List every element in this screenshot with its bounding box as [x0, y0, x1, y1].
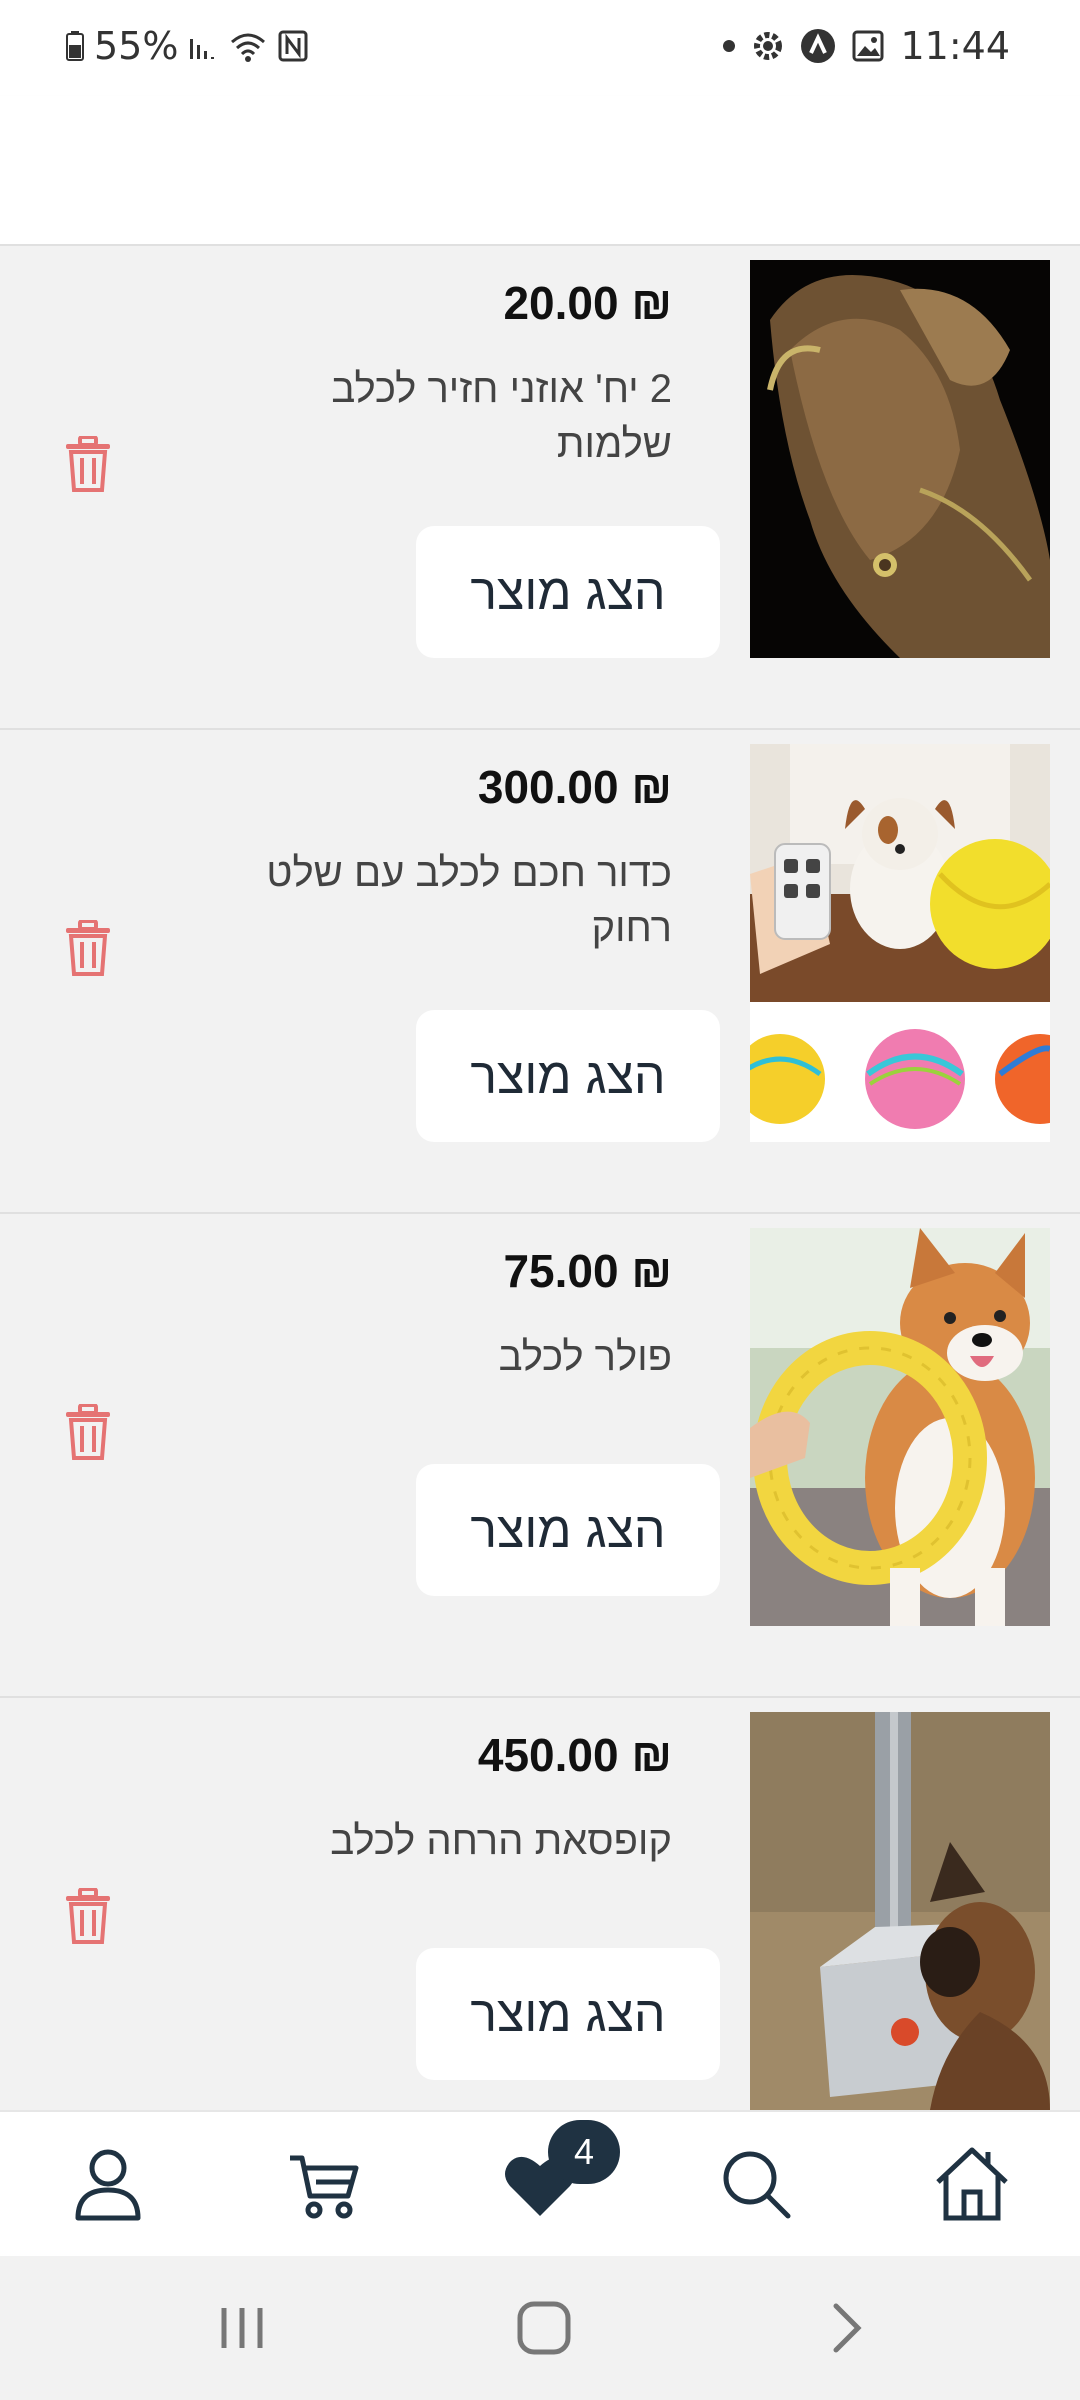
home-icon[interactable] [932, 2144, 1012, 2224]
battery-percent: 55% [94, 24, 179, 68]
product-image[interactable] [750, 1228, 1050, 1626]
list-item: 450.00 ₪ קופסאת הרחה לכלב הצג מוצר [0, 1698, 1080, 2110]
list-item: 300.00 ₪ כדור חכם לכלב עם שלט רחוק הצג מ… [0, 730, 1080, 1214]
view-product-button[interactable]: הצג מוצר [416, 1948, 720, 2080]
trash-icon[interactable] [64, 1404, 112, 1460]
product-image[interactable] [750, 1712, 1050, 2110]
home-button-icon[interactable] [512, 2296, 576, 2360]
settings-icon [754, 32, 783, 60]
product-name: פולר לכלב [498, 1335, 672, 1379]
nfc-icon [278, 30, 308, 62]
gallery-icon [852, 30, 884, 62]
product-price: 20.00 ₪ [503, 277, 672, 329]
search-icon[interactable] [716, 2144, 796, 2224]
cart-icon[interactable] [284, 2144, 364, 2224]
product-name: קופסאת הרחה לכלב [330, 1819, 672, 1863]
clock: 11:44 [900, 24, 1010, 68]
trash-icon[interactable] [64, 1888, 112, 1944]
app-header [0, 96, 1080, 246]
bottom-nav [0, 2110, 1080, 2258]
product-image[interactable] [750, 260, 1050, 658]
system-nav [0, 2256, 1080, 2400]
app-icon [801, 29, 836, 63]
view-product-button[interactable]: הצג מוצר [416, 1010, 720, 1142]
back-icon[interactable] [814, 2296, 878, 2360]
view-product-button[interactable]: הצג מוצר [416, 1464, 720, 1596]
trash-icon[interactable] [64, 920, 112, 976]
view-product-button[interactable]: הצג מוצר [416, 526, 720, 658]
list-item: 75.00 ₪ פולר לכלב הצג מוצר [0, 1214, 1080, 1698]
recent-apps-icon[interactable] [210, 2296, 274, 2360]
status-bar: 55% 11:44 [0, 0, 1080, 96]
profile-icon[interactable] [68, 2144, 148, 2224]
product-price: 450.00 ₪ [477, 1729, 672, 1781]
signal-icon [190, 39, 215, 59]
trash-icon[interactable] [64, 436, 112, 492]
product-image[interactable] [750, 744, 1050, 1142]
product-price: 300.00 ₪ [477, 761, 672, 813]
dot-icon [723, 40, 736, 52]
product-name: כדור חכם לכלב עם שלט רחוק [266, 851, 672, 950]
list-item: 20.00 ₪ 2 יח' אוזני חזיר לכלב שלמות הצג … [0, 246, 1080, 730]
wishlist: 20.00 ₪ 2 יח' אוזני חזיר לכלב שלמות הצג … [0, 246, 1080, 2110]
wifi-icon [231, 33, 266, 62]
product-name: 2 יח' אוזני חזיר לכלב שלמות [331, 367, 672, 466]
wishlist-count-badge: 4 [548, 2120, 620, 2184]
battery-icon [66, 31, 84, 61]
product-price: 75.00 ₪ [503, 1245, 672, 1297]
